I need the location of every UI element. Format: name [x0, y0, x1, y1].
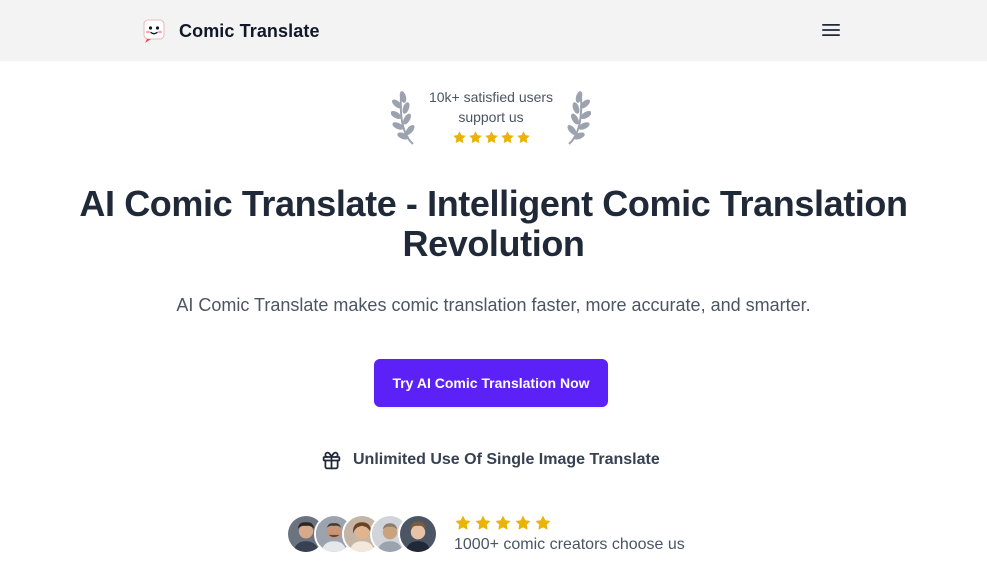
hero-headline: AI Comic Translate - Intelligent Comic T…: [40, 184, 947, 264]
brand-link[interactable]: Comic Translate: [141, 17, 320, 45]
badge-line-2: support us: [458, 109, 524, 125]
creator-star-rating: [454, 514, 685, 532]
badge-text: 10k+ satisfied users support us: [421, 87, 561, 127]
badge-line-1: 10k+ satisfied users: [428, 89, 554, 105]
hamburger-menu-button[interactable]: [819, 19, 843, 41]
star-icon: [500, 131, 514, 144]
star-icon: [484, 131, 498, 144]
creators-count-text: 1000+ comic creators choose us: [454, 536, 685, 553]
headline-line-2: Revolution: [402, 223, 585, 264]
hamburger-menu-icon: [822, 24, 840, 36]
comic-face-logo-icon: [143, 19, 165, 43]
hero-subtitle: AI Comic Translate makes comic translati…: [176, 295, 811, 315]
gift-icon: [322, 451, 341, 469]
satisfied-users-badge: 10k+ satisfied users support us: [391, 84, 591, 148]
star-icon: [452, 131, 466, 144]
avatar-group: [286, 514, 438, 554]
social-proof: 1000+ comic creators choose us: [286, 510, 685, 558]
try-translation-button[interactable]: Try AI Comic Translation Now: [374, 359, 608, 407]
feature-highlight: Unlimited Use Of Single Image Translate: [321, 448, 660, 472]
star-icon: [468, 131, 482, 144]
star-icon: [455, 515, 471, 530]
headline-line-1: AI Comic Translate - Intelligent Comic T…: [79, 183, 908, 224]
feature-label: Unlimited Use Of Single Image Translate: [353, 451, 660, 468]
star-icon: [535, 515, 551, 530]
star-icon: [515, 515, 531, 530]
top-navbar: Comic Translate: [0, 0, 987, 61]
star-icon: [495, 515, 511, 530]
avatar: [398, 514, 438, 554]
proof-info: 1000+ comic creators choose us: [454, 514, 685, 554]
laurel-right-icon: [567, 91, 591, 145]
brand-name: Comic Translate: [179, 20, 320, 41]
star-icon: [475, 515, 491, 530]
star-icon: [516, 131, 530, 144]
